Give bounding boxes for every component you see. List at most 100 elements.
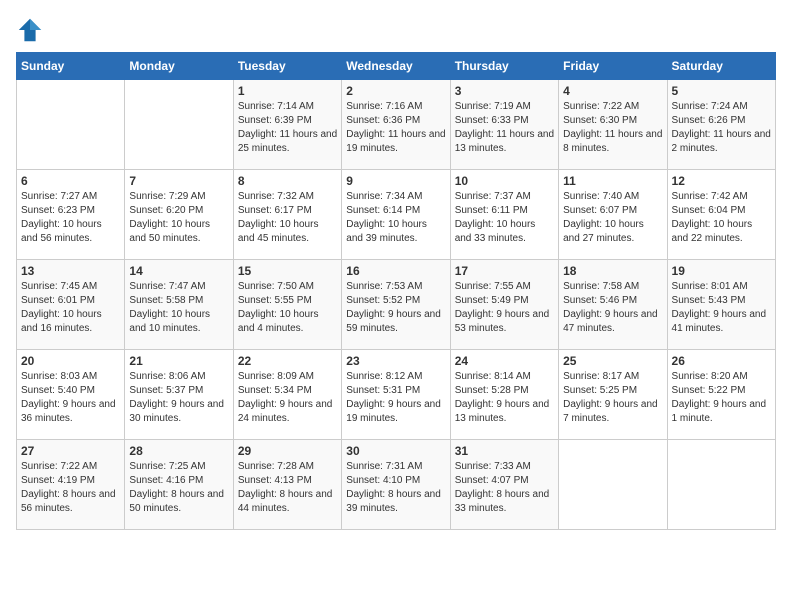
day-info: Sunrise: 7:19 AM Sunset: 6:33 PM Dayligh… [455, 100, 554, 156]
day-info: Sunrise: 7:50 AM Sunset: 5:55 PM Dayligh… [238, 280, 337, 336]
day-number: 13 [21, 264, 120, 278]
day-info: Sunrise: 7:58 AM Sunset: 5:46 PM Dayligh… [563, 280, 662, 336]
calendar-cell: 27 Sunrise: 7:22 AM Sunset: 4:19 PM Dayli… [17, 440, 125, 530]
weekday-header: Wednesday [342, 53, 450, 80]
day-number: 8 [238, 174, 337, 188]
calendar-cell: 3 Sunrise: 7:19 AM Sunset: 6:33 PM Daylig… [450, 80, 558, 170]
calendar-week-row: 6 Sunrise: 7:27 AM Sunset: 6:23 PM Daylig… [17, 170, 776, 260]
calendar-cell: 1 Sunrise: 7:14 AM Sunset: 6:39 PM Daylig… [233, 80, 341, 170]
day-number: 9 [346, 174, 445, 188]
day-number: 1 [238, 84, 337, 98]
day-info: Sunrise: 8:09 AM Sunset: 5:34 PM Dayligh… [238, 370, 337, 426]
day-number: 28 [129, 444, 228, 458]
logo [16, 16, 48, 44]
day-number: 25 [563, 354, 662, 368]
calendar-cell: 12 Sunrise: 7:42 AM Sunset: 6:04 PM Dayli… [667, 170, 775, 260]
day-number: 31 [455, 444, 554, 458]
weekday-header: Tuesday [233, 53, 341, 80]
calendar-cell: 17Sunrise: 7:55 AM Sunset: 5:49 PM Dayli… [450, 260, 558, 350]
calendar-cell: 14 Sunrise: 7:47 AM Sunset: 5:58 PM Dayli… [125, 260, 233, 350]
weekday-header: Sunday [17, 53, 125, 80]
day-info: Sunrise: 7:32 AM Sunset: 6:17 PM Dayligh… [238, 190, 337, 246]
day-number: 2 [346, 84, 445, 98]
day-info: Sunrise: 7:22 AM Sunset: 6:30 PM Dayligh… [563, 100, 662, 156]
day-info: Sunrise: 7:42 AM Sunset: 6:04 PM Dayligh… [672, 190, 771, 246]
calendar-cell: 8 Sunrise: 7:32 AM Sunset: 6:17 PM Daylig… [233, 170, 341, 260]
day-number: 3 [455, 84, 554, 98]
day-info: Sunrise: 7:34 AM Sunset: 6:14 PM Dayligh… [346, 190, 445, 246]
header-row: SundayMondayTuesdayWednesdayThursdayFrid… [17, 53, 776, 80]
calendar-cell: 6 Sunrise: 7:27 AM Sunset: 6:23 PM Daylig… [17, 170, 125, 260]
calendar-cell: 23 Sunrise: 8:12 AM Sunset: 5:31 PM Dayli… [342, 350, 450, 440]
day-info: Sunrise: 7:45 AM Sunset: 6:01 PM Dayligh… [21, 280, 120, 336]
day-number: 20 [21, 354, 120, 368]
calendar-cell: 26 Sunrise: 8:20 AM Sunset: 5:22 PM Dayli… [667, 350, 775, 440]
calendar-cell: 25Sunrise: 8:17 AM Sunset: 5:25 PM Dayli… [559, 350, 667, 440]
day-number: 14 [129, 264, 228, 278]
day-number: 30 [346, 444, 445, 458]
day-info: Sunrise: 7:31 AM Sunset: 4:10 PM Dayligh… [346, 460, 445, 516]
day-info: Sunrise: 8:20 AM Sunset: 5:22 PM Dayligh… [672, 370, 771, 426]
calendar-cell [17, 80, 125, 170]
day-number: 7 [129, 174, 228, 188]
day-info: Sunrise: 7:33 AM Sunset: 4:07 PM Dayligh… [455, 460, 554, 516]
calendar-cell: 10 Sunrise: 7:37 AM Sunset: 6:11 PM Dayli… [450, 170, 558, 260]
day-number: 22 [238, 354, 337, 368]
day-info: Sunrise: 7:22 AM Sunset: 4:19 PM Dayligh… [21, 460, 120, 516]
day-info: Sunrise: 7:47 AM Sunset: 5:58 PM Dayligh… [129, 280, 228, 336]
day-number: 27 [21, 444, 120, 458]
calendar-week-row: 1 Sunrise: 7:14 AM Sunset: 6:39 PM Daylig… [17, 80, 776, 170]
day-number: 11 [563, 174, 662, 188]
calendar-cell: 20 Sunrise: 8:03 AM Sunset: 5:40 PM Dayli… [17, 350, 125, 440]
day-info: Sunrise: 8:14 AM Sunset: 5:28 PM Dayligh… [455, 370, 554, 426]
calendar-week-row: 20 Sunrise: 8:03 AM Sunset: 5:40 PM Dayli… [17, 350, 776, 440]
calendar-cell [667, 440, 775, 530]
weekday-header: Saturday [667, 53, 775, 80]
day-info: Sunrise: 7:53 AM Sunset: 5:52 PM Dayligh… [346, 280, 445, 336]
day-info: Sunrise: 7:27 AM Sunset: 6:23 PM Dayligh… [21, 190, 120, 246]
calendar-cell: 15Sunrise: 7:50 AM Sunset: 5:55 PM Dayli… [233, 260, 341, 350]
logo-icon [16, 16, 44, 44]
calendar-header: SundayMondayTuesdayWednesdayThursdayFrid… [17, 53, 776, 80]
calendar-body: 1 Sunrise: 7:14 AM Sunset: 6:39 PM Daylig… [17, 80, 776, 530]
calendar-cell [559, 440, 667, 530]
day-number: 23 [346, 354, 445, 368]
day-number: 21 [129, 354, 228, 368]
day-info: Sunrise: 8:03 AM Sunset: 5:40 PM Dayligh… [21, 370, 120, 426]
calendar-cell: 2 Sunrise: 7:16 AM Sunset: 6:36 PM Daylig… [342, 80, 450, 170]
day-info: Sunrise: 8:06 AM Sunset: 5:37 PM Dayligh… [129, 370, 228, 426]
day-info: Sunrise: 7:16 AM Sunset: 6:36 PM Dayligh… [346, 100, 445, 156]
day-number: 24 [455, 354, 554, 368]
calendar-cell: 9 Sunrise: 7:34 AM Sunset: 6:14 PM Daylig… [342, 170, 450, 260]
calendar-cell: 24 Sunrise: 8:14 AM Sunset: 5:28 PM Dayli… [450, 350, 558, 440]
day-number: 10 [455, 174, 554, 188]
calendar-cell: 4 Sunrise: 7:22 AM Sunset: 6:30 PM Daylig… [559, 80, 667, 170]
day-info: Sunrise: 8:12 AM Sunset: 5:31 PM Dayligh… [346, 370, 445, 426]
weekday-header: Thursday [450, 53, 558, 80]
page-header [16, 16, 776, 44]
calendar-week-row: 13 Sunrise: 7:45 AM Sunset: 6:01 PM Dayli… [17, 260, 776, 350]
day-number: 26 [672, 354, 771, 368]
day-number: 29 [238, 444, 337, 458]
weekday-header: Friday [559, 53, 667, 80]
day-number: 6 [21, 174, 120, 188]
calendar-cell: 28Sunrise: 7:25 AM Sunset: 4:16 PM Dayli… [125, 440, 233, 530]
calendar-cell: 29 Sunrise: 7:28 AM Sunset: 4:13 PM Dayli… [233, 440, 341, 530]
day-info: Sunrise: 7:29 AM Sunset: 6:20 PM Dayligh… [129, 190, 228, 246]
calendar-cell: 30 Sunrise: 7:31 AM Sunset: 4:10 PM Dayli… [342, 440, 450, 530]
calendar-cell: 5Sunrise: 7:24 AM Sunset: 6:26 PM Daylig… [667, 80, 775, 170]
day-number: 4 [563, 84, 662, 98]
weekday-header: Monday [125, 53, 233, 80]
calendar-cell: 31 Sunrise: 7:33 AM Sunset: 4:07 PM Dayli… [450, 440, 558, 530]
day-info: Sunrise: 8:01 AM Sunset: 5:43 PM Dayligh… [672, 280, 771, 336]
day-info: Sunrise: 7:24 AM Sunset: 6:26 PM Dayligh… [672, 100, 771, 156]
day-info: Sunrise: 7:14 AM Sunset: 6:39 PM Dayligh… [238, 100, 337, 156]
day-number: 17 [455, 264, 554, 278]
day-info: Sunrise: 7:37 AM Sunset: 6:11 PM Dayligh… [455, 190, 554, 246]
calendar-cell: 13 Sunrise: 7:45 AM Sunset: 6:01 PM Dayli… [17, 260, 125, 350]
calendar-cell: 22 Sunrise: 8:09 AM Sunset: 5:34 PM Dayli… [233, 350, 341, 440]
day-number: 12 [672, 174, 771, 188]
calendar-cell: 19Sunrise: 8:01 AM Sunset: 5:43 PM Dayli… [667, 260, 775, 350]
day-info: Sunrise: 7:28 AM Sunset: 4:13 PM Dayligh… [238, 460, 337, 516]
day-info: Sunrise: 7:40 AM Sunset: 6:07 PM Dayligh… [563, 190, 662, 246]
